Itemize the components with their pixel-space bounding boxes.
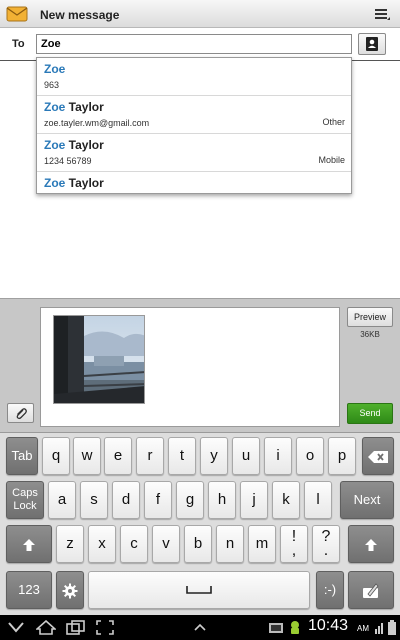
usb-debug-icon xyxy=(291,621,299,634)
key-exclamation-comma[interactable]: ! , xyxy=(280,525,308,563)
send-button[interactable]: Send xyxy=(347,403,393,424)
suggestion-name: Taylor xyxy=(65,100,104,114)
preview-button[interactable]: Preview xyxy=(347,307,393,327)
handwriting-icon xyxy=(363,582,379,598)
title-bar: New message xyxy=(0,0,400,28)
recent-apps-icon[interactable] xyxy=(66,620,86,635)
key-bottom-char: , xyxy=(291,542,297,559)
backspace-icon xyxy=(368,450,388,463)
key-x[interactable]: x xyxy=(88,525,116,563)
home-icon[interactable] xyxy=(36,620,56,635)
compose-panel: Preview 36KB Send xyxy=(0,298,400,432)
status-clock: 10:43 xyxy=(308,617,349,634)
suggestion-type: Other xyxy=(322,117,345,127)
system-status-bar: 10:43 AM xyxy=(0,615,400,640)
signal-icon xyxy=(375,623,383,634)
chevron-up-icon[interactable] xyxy=(194,623,206,631)
key-r[interactable]: r xyxy=(136,437,164,475)
attachment-size: 36KB xyxy=(360,330,380,339)
attached-image-thumbnail[interactable] xyxy=(53,315,145,404)
shift-arrow-icon xyxy=(365,538,377,551)
key-v[interactable]: v xyxy=(152,525,180,563)
space-bar-icon xyxy=(186,586,212,594)
key-question-period[interactable]: ? . xyxy=(312,525,340,563)
on-screen-keyboard: Tab q w e r t y u i o p Caps Lock a s d … xyxy=(0,432,400,615)
suggestion-item[interactable]: Zoe 963 xyxy=(37,58,351,96)
key-settings[interactable] xyxy=(56,571,84,609)
key-smiley[interactable]: :-) xyxy=(316,571,344,609)
suggestion-type: Mobile xyxy=(318,155,345,165)
key-b[interactable]: b xyxy=(184,525,212,563)
key-m[interactable]: m xyxy=(248,525,276,563)
hide-keyboard-icon[interactable] xyxy=(8,622,24,633)
key-next[interactable]: Next xyxy=(340,481,394,519)
page-title: New message xyxy=(40,8,120,22)
key-y[interactable]: y xyxy=(200,437,228,475)
key-h[interactable]: h xyxy=(208,481,236,519)
suggestion-detail: 963 xyxy=(44,80,60,90)
contact-suggestions: Zoe 963 Zoe Taylor zoe.tayler.wm@gmail.c… xyxy=(36,57,352,194)
key-handwriting[interactable] xyxy=(348,571,394,609)
suggestion-match: Zoe xyxy=(44,62,66,76)
recipient-input[interactable] xyxy=(36,34,352,54)
key-d[interactable]: d xyxy=(112,481,140,519)
key-numbers[interactable]: 123 xyxy=(6,571,52,609)
key-shift-right[interactable] xyxy=(348,525,394,563)
gear-icon xyxy=(62,583,78,599)
key-shift-left[interactable] xyxy=(6,525,52,563)
menu-icon[interactable] xyxy=(374,7,390,22)
key-o[interactable]: o xyxy=(296,437,324,475)
suggestion-name: Taylor xyxy=(65,138,104,152)
suggestion-item[interactable]: Zoe Taylor xyxy=(37,172,351,193)
key-j[interactable]: j xyxy=(240,481,268,519)
suggestion-detail: 1234 56789 xyxy=(44,156,92,166)
key-t[interactable]: t xyxy=(168,437,196,475)
paperclip-icon xyxy=(16,408,27,420)
key-s[interactable]: s xyxy=(80,481,108,519)
key-e[interactable]: e xyxy=(104,437,132,475)
suggestion-match: Zoe xyxy=(44,138,66,152)
key-f[interactable]: f xyxy=(144,481,172,519)
key-tab[interactable]: Tab xyxy=(6,437,38,475)
screenshot-icon[interactable] xyxy=(96,620,114,635)
shift-arrow-icon xyxy=(23,538,35,551)
suggestion-item[interactable]: Zoe Taylor 1234 56789 Mobile xyxy=(37,134,351,172)
suggestion-match: Zoe xyxy=(44,100,66,114)
window-photo-icon xyxy=(54,316,144,403)
messaging-app-icon xyxy=(6,6,28,22)
key-g[interactable]: g xyxy=(176,481,204,519)
key-caps-lock[interactable]: Caps Lock xyxy=(6,481,44,519)
key-n[interactable]: n xyxy=(216,525,244,563)
key-i[interactable]: i xyxy=(264,437,292,475)
suggestion-item[interactable]: Zoe Taylor zoe.tayler.wm@gmail.com Other xyxy=(37,96,351,134)
suggestion-detail: zoe.tayler.wm@gmail.com xyxy=(44,118,150,128)
to-label: To xyxy=(12,38,25,50)
key-q[interactable]: q xyxy=(42,437,70,475)
contacts-button[interactable] xyxy=(358,33,386,55)
key-bottom-char: . xyxy=(323,542,329,559)
key-l[interactable]: l xyxy=(304,481,332,519)
key-a[interactable]: a xyxy=(48,481,76,519)
key-z[interactable]: z xyxy=(56,525,84,563)
battery-icon xyxy=(388,620,396,635)
key-c[interactable]: c xyxy=(120,525,148,563)
suggestion-name: Taylor xyxy=(65,176,104,190)
contact-book-icon xyxy=(366,37,378,51)
key-k[interactable]: k xyxy=(272,481,300,519)
suggestion-match: Zoe xyxy=(44,176,66,190)
key-backspace[interactable] xyxy=(362,437,394,475)
key-u[interactable]: u xyxy=(232,437,260,475)
attach-button[interactable] xyxy=(7,403,34,423)
notification-icon xyxy=(269,623,283,633)
key-space[interactable] xyxy=(88,571,310,609)
message-body[interactable] xyxy=(40,307,340,427)
key-w[interactable]: w xyxy=(73,437,101,475)
key-p[interactable]: p xyxy=(328,437,356,475)
status-ampm: AM xyxy=(357,624,369,633)
